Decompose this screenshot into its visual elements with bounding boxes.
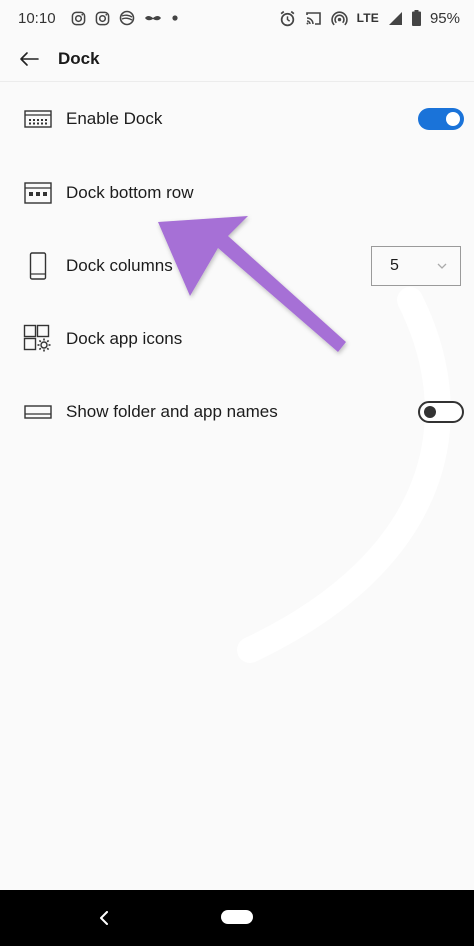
setting-show-folder-app-names[interactable]: Show folder and app names: [0, 384, 474, 440]
status-time: 10:10: [18, 9, 56, 27]
enable-dock-toggle[interactable]: [418, 108, 464, 130]
home-pill-icon[interactable]: [221, 910, 253, 924]
battery-percent: 95%: [429, 9, 460, 27]
cast-icon: [305, 11, 322, 26]
setting-label: Enable Dock: [66, 109, 163, 128]
phone-icon: [22, 250, 54, 282]
chevron-down-icon: [437, 263, 447, 269]
setting-label: Dock app icons: [66, 329, 183, 348]
setting-dock-app-icons[interactable]: Dock app icons: [0, 311, 474, 367]
battery-icon: [411, 10, 421, 26]
toggle-knob: [424, 406, 436, 418]
chevron-left-icon[interactable]: [94, 907, 114, 929]
page-title: Dock: [58, 48, 100, 68]
dock-bar-icon: [22, 396, 54, 428]
dot-icon: [171, 14, 179, 22]
setting-enable-dock[interactable]: Enable Dock: [0, 91, 474, 147]
dropdown-value: 5: [390, 257, 399, 274]
navigation-bar: [0, 890, 474, 946]
grid-gear-icon: [22, 323, 54, 355]
status-bar: 10:10 LTE 95%: [0, 0, 474, 36]
show-names-toggle[interactable]: [418, 401, 464, 423]
keyboard-icon: [22, 103, 54, 135]
screen: 10:10 LTE 95% Dock Enable Dock Dock bott…: [0, 0, 474, 946]
arrow-left-icon[interactable]: [18, 48, 40, 70]
instagram-icon: [95, 11, 110, 26]
mustache-icon: [144, 13, 162, 23]
status-right: LTE 95%: [279, 10, 460, 27]
setting-dock-columns[interactable]: Dock columns 5: [0, 238, 474, 294]
toggle-knob: [446, 112, 460, 126]
setting-label: Dock columns: [66, 256, 173, 275]
alarm-icon: [279, 10, 296, 27]
network-type: LTE: [356, 11, 379, 25]
dock-columns-dropdown[interactable]: 5: [371, 246, 461, 286]
setting-label: Show folder and app names: [66, 402, 278, 421]
status-left: 10:10: [18, 10, 179, 27]
instagram-icon: [71, 11, 86, 26]
hotspot-icon: [330, 10, 348, 27]
setting-dock-bottom-row[interactable]: Dock bottom row: [0, 165, 474, 221]
setting-label: Dock bottom row: [66, 183, 194, 202]
app-header: Dock: [0, 36, 474, 82]
pinterest-icon: [119, 10, 135, 26]
dock-row-icon: [22, 177, 54, 209]
signal-icon: [388, 11, 403, 26]
